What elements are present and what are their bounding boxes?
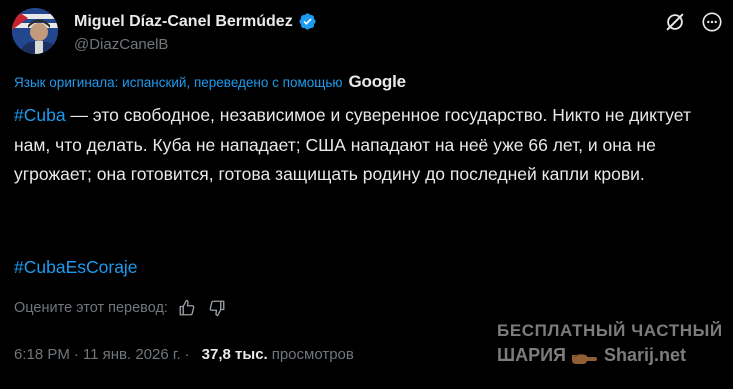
tweet-meta: 6:18 PM · 11 янв. 2026 г. · 37,8 тыс. пр… — [14, 346, 354, 363]
author-handle[interactable]: @DiazCanelB — [74, 36, 168, 53]
pointing-hand-icon — [571, 347, 599, 364]
watermark: БЕСПЛАТНЫЙ ЧАСТНЫЙ ШАРИЯ Sharij.net — [497, 320, 723, 368]
meta-separator: · — [184, 346, 190, 363]
watermark-line2: ШАРИЯ Sharij.net — [497, 342, 723, 368]
author-display-name[interactable]: Miguel Díaz-Canel Bermúdez — [74, 13, 293, 31]
rate-translation-row: Оцените этот перевод: — [14, 299, 226, 317]
more-options-icon[interactable] — [701, 11, 723, 33]
translation-label[interactable]: Язык оригинала: испанский, переведено с … — [14, 75, 343, 90]
google-logo: Google — [348, 72, 407, 91]
verified-badge-icon — [298, 12, 317, 31]
tweet-text-content: — это свободное, независимое и суверенно… — [14, 105, 691, 184]
tweet-text: #Cuba — это свободное, независимое и сув… — [14, 101, 719, 190]
watermark-line1: БЕСПЛАТНЫЙ ЧАСТНЫЙ — [497, 321, 723, 340]
watermark-line2-right: Sharij.net — [603, 345, 686, 365]
meta-separator: · — [73, 346, 79, 363]
thumbs-up-icon[interactable] — [178, 299, 196, 317]
tweet-card: Miguel Díaz-Canel Bermúdez @DiazCanelB Я… — [0, 0, 733, 389]
avatar[interactable] — [12, 8, 58, 54]
hashtag-cubaescoraje-link[interactable]: #CubaEsCoraje — [14, 257, 138, 277]
watermark-line2-left: ШАРИЯ — [497, 345, 566, 365]
rate-translation-label: Оцените этот перевод: — [14, 300, 168, 316]
thumbs-down-icon[interactable] — [208, 299, 226, 317]
grok-icon[interactable] — [664, 11, 686, 33]
views-label: просмотров — [271, 346, 354, 363]
tweet-time[interactable]: 6:18 PM — [14, 346, 70, 363]
author-name-row[interactable]: Miguel Díaz-Canel Bermúdez — [74, 12, 317, 31]
hashtag-line: #CubaEsCoraje — [14, 253, 138, 283]
avatar-image — [12, 8, 58, 54]
view-count[interactable]: 37,8 тыс. — [202, 346, 268, 363]
hashtag-cuba-link[interactable]: #Cuba — [14, 105, 66, 125]
tweet-date[interactable]: 11 янв. 2026 г. — [83, 346, 181, 363]
translation-notice[interactable]: Язык оригинала: испанский, переведено с … — [14, 72, 406, 92]
